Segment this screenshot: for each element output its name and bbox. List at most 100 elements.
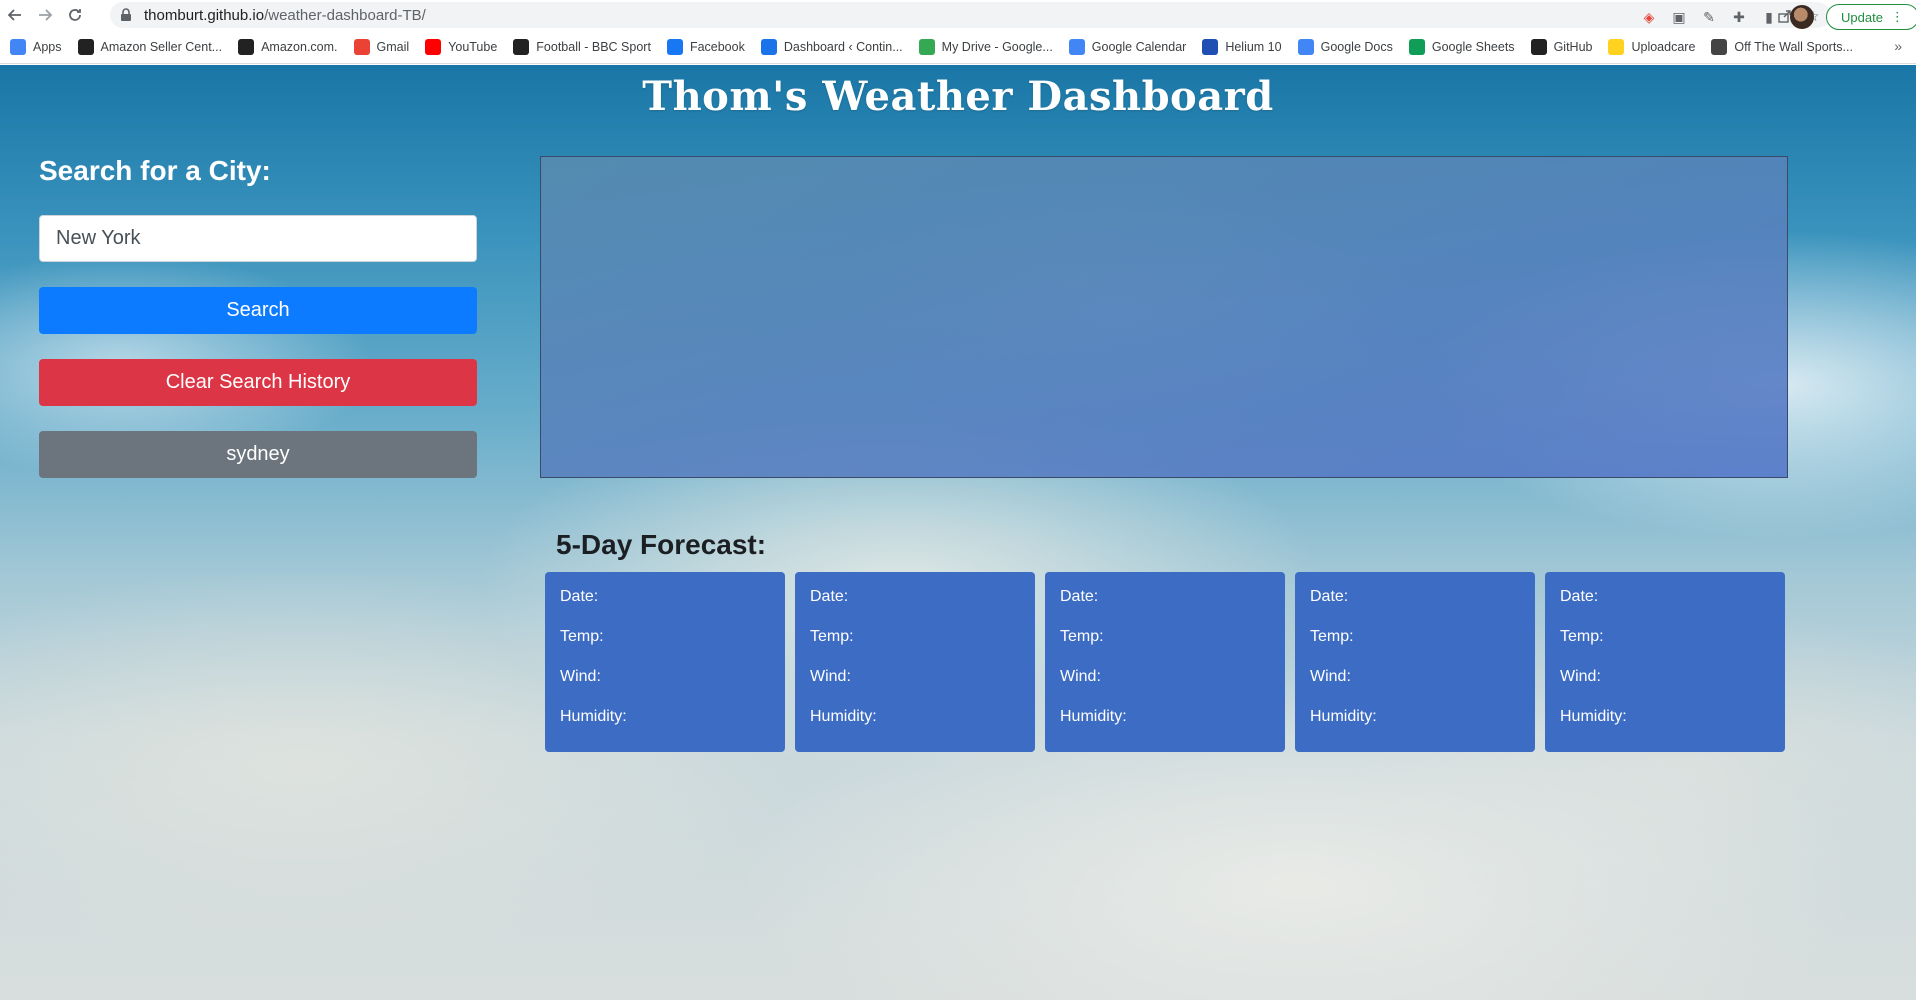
bookmark-item[interactable]: Google Docs (1297, 38, 1393, 55)
bookmark-label: Google Sheets (1431, 39, 1515, 54)
forecast-temp: Temp: (1560, 628, 1604, 645)
forecast-date: Date: (810, 588, 849, 605)
bookmark-label: Apps (33, 39, 62, 54)
bookmark-label: Dashboard ‹ Contin... (783, 39, 903, 54)
bookmark-label: GitHub (1553, 39, 1593, 54)
bookmarks-bar: Apps Amazon Seller Cent... Amazon.com. Gmai… (0, 30, 1916, 64)
bookmark-item[interactable]: Helium 10 (1202, 38, 1282, 55)
forecast-wind: Wind: (1310, 668, 1351, 685)
update-label: Update (1841, 9, 1883, 25)
bookmark-item[interactable]: Dashboard ‹ Contin... (760, 38, 903, 55)
forecast-humidity: Humidity: (560, 708, 627, 725)
bookmark-item[interactable]: Apps (10, 38, 62, 55)
forecast-humidity: Humidity: (1310, 708, 1377, 725)
bookmark-label: Amazon.com. (261, 39, 338, 54)
bookmark-label: Football - BBC Sport (536, 39, 651, 54)
bookmark-item[interactable]: Uploadcare (1608, 38, 1696, 55)
bookmark-label: Google Docs (1320, 39, 1393, 54)
forecast-wind: Wind: (1560, 668, 1601, 685)
forecast-heading: 5-Day Forecast: (556, 529, 767, 560)
globe-icon (1711, 38, 1728, 55)
forecast-cards: Date: Temp: Wind: Humidity: Date: Temp: … (545, 572, 1785, 752)
bbc-icon (513, 38, 530, 55)
forecast-wind: Wind: (810, 668, 851, 685)
weather-dashboard-page: Thom's Weather Dashboard Search for a Ci… (0, 65, 1916, 1000)
search-button[interactable]: Search (39, 287, 477, 334)
kebab-menu-icon: ⋮ (1890, 9, 1904, 24)
bookmark-item[interactable]: Facebook (666, 38, 745, 55)
bookmark-item[interactable]: My Drive - Google... (918, 38, 1053, 55)
lock-icon (120, 8, 134, 22)
side-panel-icon[interactable]: ▮ (1760, 8, 1778, 26)
bookmark-item[interactable]: Gmail (353, 38, 410, 55)
calendar-icon (1068, 38, 1085, 55)
current-weather-panel (540, 156, 1788, 478)
forecast-humidity: Humidity: (1060, 708, 1127, 725)
forecast-card: Date: Temp: Wind: Humidity: (1045, 572, 1285, 752)
amazon-icon (77, 38, 94, 55)
bookmark-label: Helium 10 (1225, 39, 1282, 54)
facebook-icon (666, 38, 683, 55)
forecast-card: Date: Temp: Wind: Humidity: (1545, 572, 1785, 752)
url-host: thomburt.github.io (144, 6, 265, 24)
more-bookmarks-icon[interactable]: » (1894, 38, 1902, 54)
helium-icon (1202, 38, 1219, 55)
forecast-wind: Wind: (560, 668, 601, 685)
forecast-temp: Temp: (1060, 628, 1104, 645)
forecast-wind: Wind: (1060, 668, 1101, 685)
uploadcare-icon (1608, 38, 1625, 55)
bookmark-item[interactable]: Off The Wall Sports... (1711, 38, 1853, 55)
forward-arrow-icon[interactable] (30, 0, 60, 30)
bookmark-item[interactable]: Google Calendar (1068, 38, 1187, 55)
bookmark-label: Facebook (689, 39, 745, 54)
amazon-smile-icon (238, 38, 255, 55)
extension-pen-icon[interactable]: ✎ (1700, 8, 1718, 26)
forecast-date: Date: (560, 588, 599, 605)
bookmark-label: Off The Wall Sports... (1734, 39, 1853, 54)
bookmark-item[interactable]: GitHub (1530, 38, 1593, 55)
extension-red-icon[interactable]: ◈ (1640, 8, 1658, 26)
bookmark-label: Gmail (376, 39, 410, 54)
history-city-button[interactable]: sydney (39, 431, 477, 478)
gmail-icon (353, 38, 370, 55)
bookmark-item[interactable]: YouTube (425, 38, 498, 55)
github-icon (1530, 38, 1547, 55)
back-arrow-icon[interactable] (0, 0, 30, 30)
extension-grey-icon[interactable]: ▣ (1670, 8, 1688, 26)
update-button[interactable]: Update ⋮ (1826, 4, 1916, 30)
forecast-card: Date: Temp: Wind: Humidity: (1295, 572, 1535, 752)
bookmark-label: YouTube (448, 39, 498, 54)
search-heading: Search for a City: (39, 155, 271, 186)
bookmark-label: Uploadcare (1631, 39, 1696, 54)
reload-icon[interactable] (60, 0, 90, 30)
youtube-icon (425, 38, 442, 55)
puzzle-extensions-icon[interactable]: ✚ (1730, 8, 1748, 26)
sheets-icon (1408, 38, 1425, 55)
forecast-humidity: Humidity: (1560, 708, 1627, 725)
bookmark-item[interactable]: Amazon.com. (238, 38, 338, 55)
forecast-date: Date: (1310, 588, 1349, 605)
forecast-date: Date: (1560, 588, 1599, 605)
city-search-input[interactable] (39, 215, 477, 262)
forecast-temp: Temp: (560, 628, 604, 645)
apps-grid-icon (10, 38, 26, 55)
forecast-date: Date: (1060, 588, 1099, 605)
clear-history-button[interactable]: Clear Search History (39, 359, 477, 406)
bookmark-label: Google Calendar (1091, 39, 1187, 54)
forecast-humidity: Humidity: (810, 708, 877, 725)
bookmark-item[interactable]: Google Sheets (1408, 38, 1515, 55)
profile-avatar[interactable] (1790, 5, 1814, 29)
forecast-card: Date: Temp: Wind: Humidity: (795, 572, 1035, 752)
browser-toolbar: thomburt.github.io/weather-dashboard-TB/… (0, 0, 1916, 30)
forecast-temp: Temp: (1310, 628, 1354, 645)
bookmark-label: Amazon Seller Cent... (100, 39, 223, 54)
address-bar[interactable]: thomburt.github.io/weather-dashboard-TB/… (110, 2, 1830, 28)
docs-icon (1297, 38, 1314, 55)
bookmark-label: My Drive - Google... (941, 39, 1053, 54)
page-title: Thom's Weather Dashboard (642, 73, 1274, 120)
url-path: /weather-dashboard-TB/ (264, 6, 426, 24)
bookmark-item[interactable]: Football - BBC Sport (513, 38, 651, 55)
bookmark-item[interactable]: Amazon Seller Cent... (77, 38, 223, 55)
dashboard-icon (760, 38, 777, 55)
forecast-card: Date: Temp: Wind: Humidity: (545, 572, 785, 752)
